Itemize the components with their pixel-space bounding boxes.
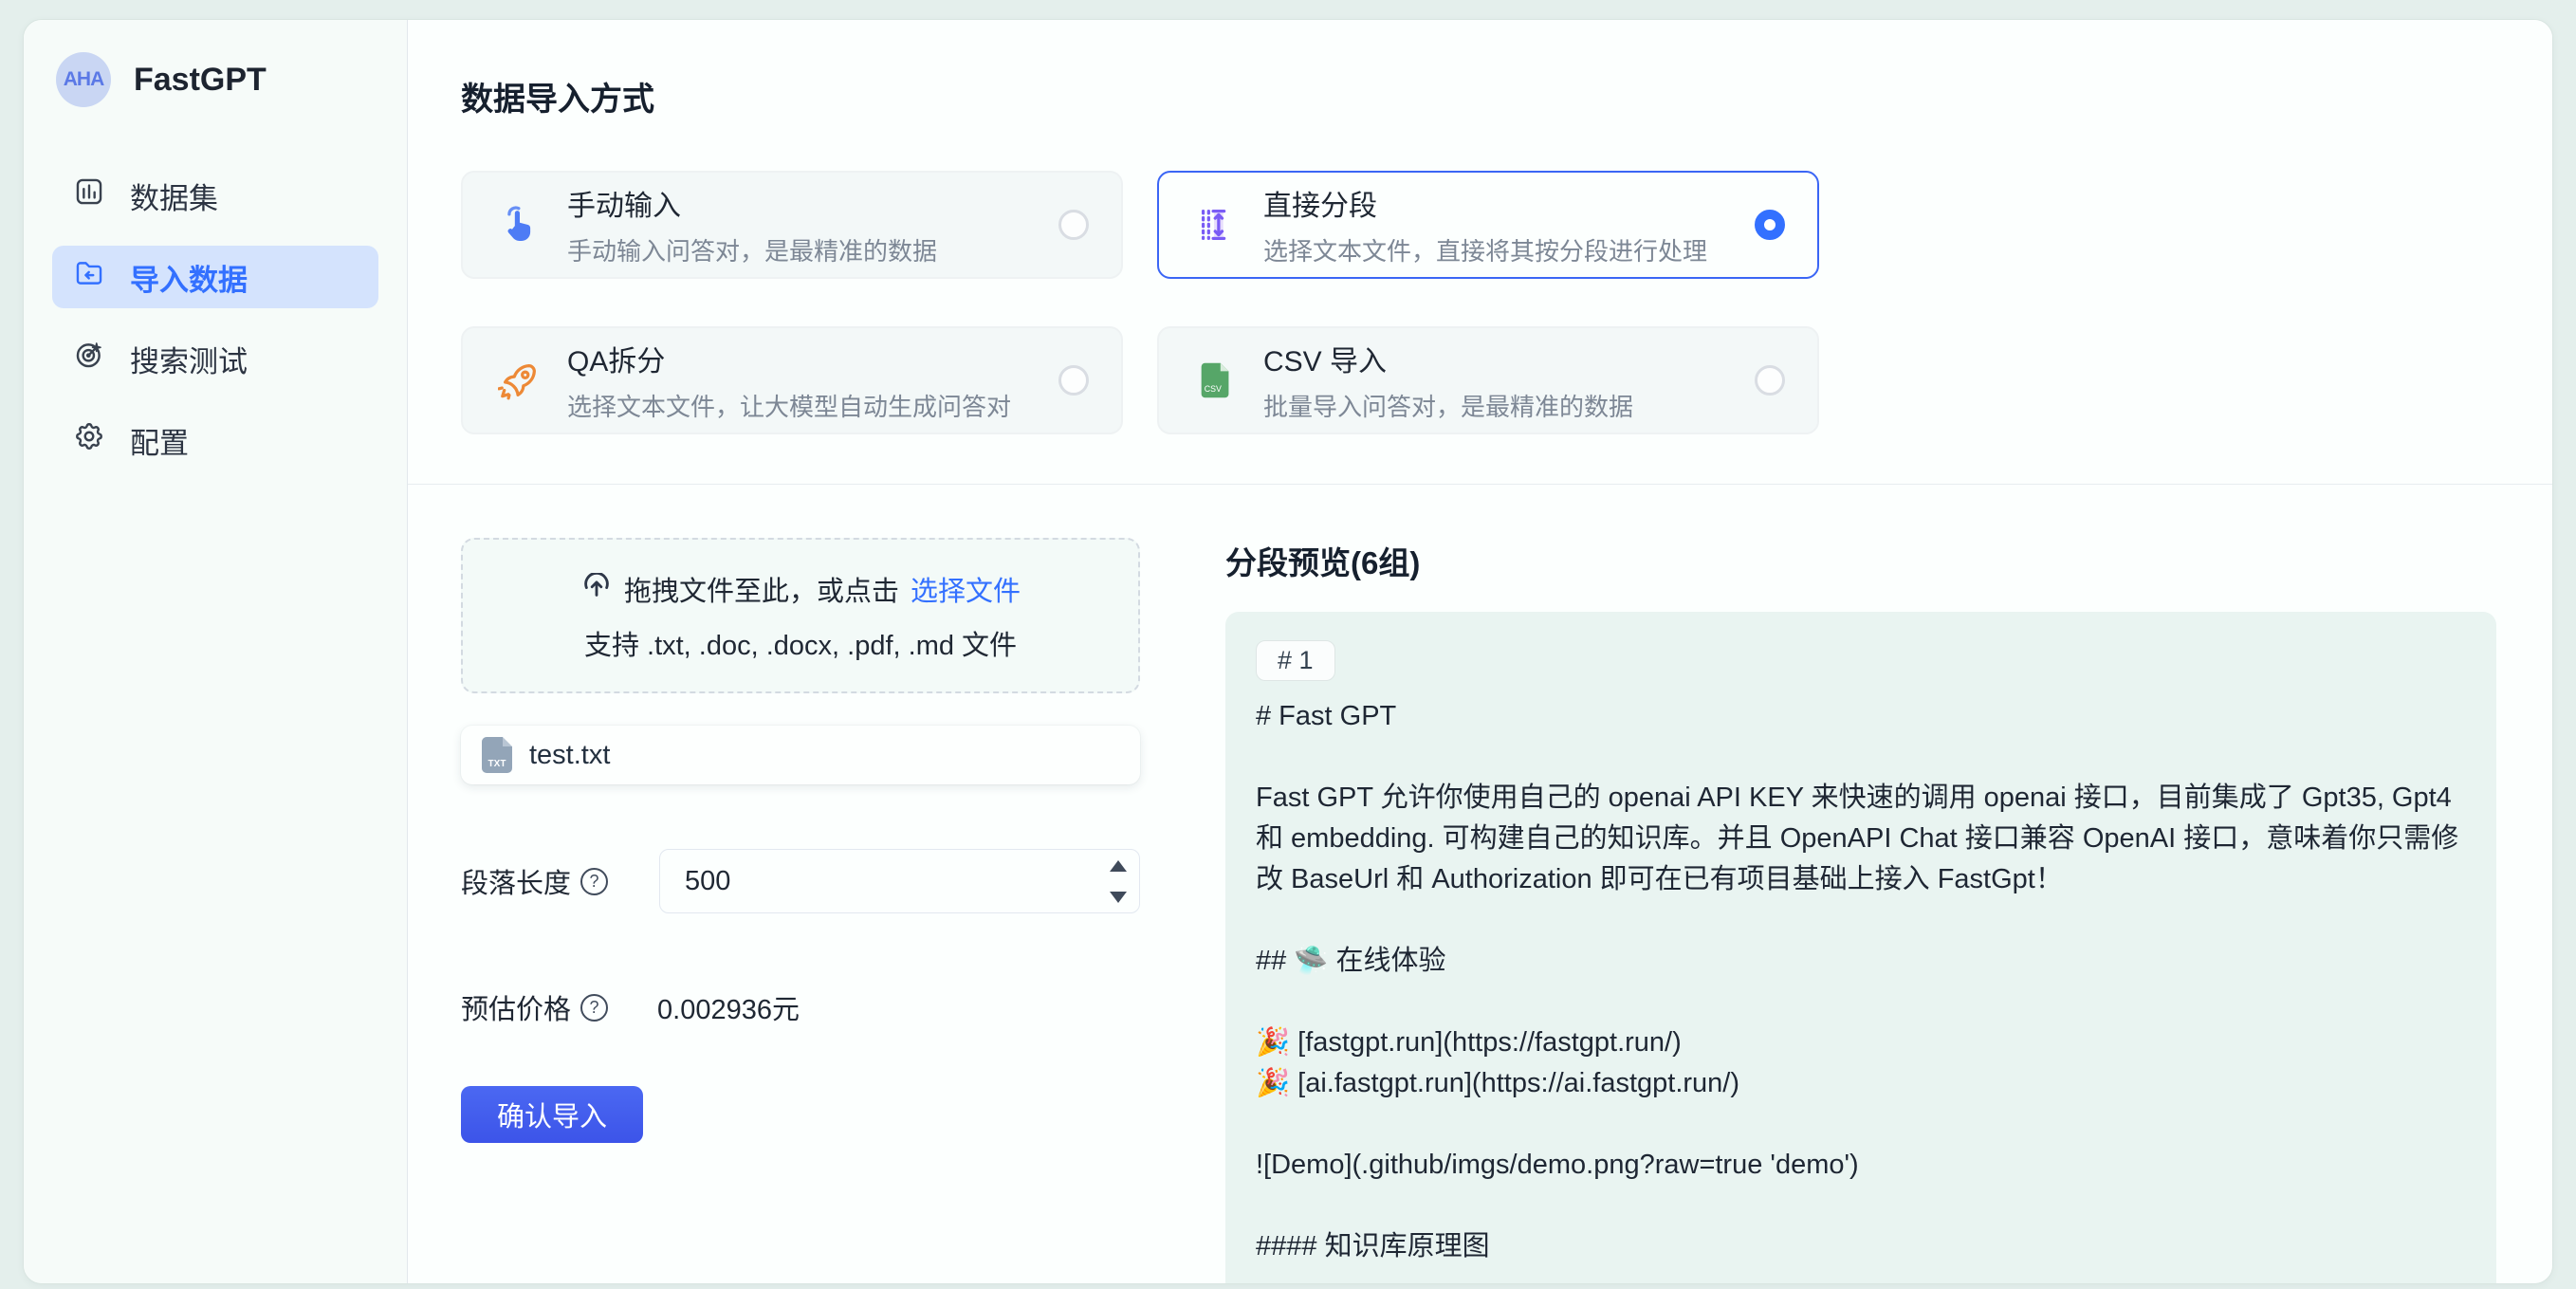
- sidebar: AHA FastGPT 数据集 导入数据 搜索测试: [24, 20, 408, 1283]
- estimated-price-label: 预估价格 ?: [461, 987, 608, 1027]
- sidebar-item-label: 搜索测试: [130, 338, 248, 380]
- brand-name: FastGPT: [134, 62, 267, 99]
- file-dropzone[interactable]: 拖拽文件至此，或点击 选择文件 支持 .txt, .doc, .docx, .p…: [461, 538, 1140, 693]
- chevron-down-icon: [1110, 892, 1127, 903]
- uploaded-file-name: test.txt: [529, 740, 610, 771]
- card-title: 直接分段: [1263, 182, 1707, 224]
- chunk-index-badge: # 1: [1256, 640, 1335, 681]
- estimated-price-text: 预估价格: [461, 987, 571, 1027]
- chevron-up-icon: [1110, 860, 1127, 872]
- paragraph-length-input[interactable]: [660, 866, 1139, 897]
- card-text: QA拆分 选择文本文件，让大模型自动生成问答对: [567, 338, 1011, 423]
- uploaded-file-item[interactable]: TXT test.txt: [461, 726, 1140, 784]
- gear-icon: [73, 420, 105, 460]
- card-title: QA拆分: [567, 338, 1011, 379]
- import-method-grid: 手动输入 手动输入问答对，是最精准的数据: [461, 171, 2499, 484]
- dropzone-text: 拖拽文件至此，或点击: [624, 569, 899, 609]
- paragraph-length-label: 段落长度 ?: [461, 861, 608, 901]
- text-segment-icon: [1193, 202, 1239, 248]
- card-text: CSV 导入 批量导入问答对，是最精准的数据: [1263, 338, 1633, 423]
- radio-qa-split[interactable]: [1058, 365, 1089, 396]
- sidebar-item-config[interactable]: 配置: [52, 409, 378, 471]
- import-method-card-direct-segment[interactable]: 直接分段 选择文本文件，直接将其按分段进行处理: [1157, 171, 1819, 279]
- dataset-chart-icon: [73, 175, 105, 215]
- card-title: 手动输入: [567, 182, 937, 224]
- upload-icon: [580, 573, 613, 605]
- paragraph-length-input-wrap: [659, 849, 1140, 913]
- radio-csv-import[interactable]: [1755, 365, 1785, 396]
- csv-file-icon: CSV: [1193, 358, 1239, 403]
- main-content: 数据导入方式 手动输入 手动输入问答对，是最精准的数据: [408, 20, 2552, 1283]
- radio-direct-segment[interactable]: [1755, 210, 1785, 240]
- rocket-icon: [497, 358, 543, 403]
- fastgpt-logo: AHA: [56, 52, 111, 107]
- sidebar-item-label: 数据集: [130, 175, 218, 217]
- dropzone-supported-types: 支持 .txt, .doc, .docx, .pdf, .md 文件: [584, 623, 1017, 663]
- card-text: 直接分段 选择文本文件，直接将其按分段进行处理: [1263, 182, 1707, 267]
- import-method-card-qa-split[interactable]: QA拆分 选择文本文件，让大模型自动生成问答对: [461, 326, 1123, 434]
- card-desc: 选择文本文件，让大模型自动生成问答对: [567, 388, 1011, 423]
- sidebar-item-search-test[interactable]: 搜索测试: [52, 327, 378, 390]
- number-stepper: [1097, 850, 1139, 912]
- svg-text:CSV: CSV: [1205, 384, 1222, 394]
- import-workspace: 拖拽文件至此，或点击 选择文件 支持 .txt, .doc, .docx, .p…: [408, 485, 2552, 1284]
- stepper-down-button[interactable]: [1097, 881, 1139, 912]
- page-title: 数据导入方式: [461, 73, 2499, 120]
- import-method-card-manual[interactable]: 手动输入 手动输入问答对，是最精准的数据: [461, 171, 1123, 279]
- segment-preview-card: # 1 # Fast GPT Fast GPT 允许你使用自己的 openai …: [1225, 612, 2496, 1284]
- import-method-section: 数据导入方式 手动输入 手动输入问答对，是最精准的数据: [408, 20, 2552, 484]
- brand: AHA FastGPT: [56, 52, 407, 107]
- segment-preview-panel: 分段预览(6组) # 1 # Fast GPT Fast GPT 允许你使用自己…: [1225, 538, 2496, 1284]
- paragraph-length-text: 段落长度: [461, 861, 571, 901]
- sidebar-item-dataset[interactable]: 数据集: [52, 164, 378, 227]
- target-icon: [73, 339, 105, 378]
- dropzone-line1: 拖拽文件至此，或点击 选择文件: [580, 569, 1021, 609]
- paragraph-length-row: 段落长度 ?: [461, 849, 1140, 913]
- card-title: CSV 导入: [1263, 338, 1633, 379]
- chunk-markdown-content: # Fast GPT Fast GPT 允许你使用自己的 openai API …: [1256, 696, 2464, 1284]
- sidebar-item-label: 配置: [130, 419, 189, 462]
- card-desc: 选择文本文件，直接将其按分段进行处理: [1263, 232, 1707, 267]
- estimated-price-value: 0.002936元: [657, 987, 800, 1027]
- import-method-card-csv[interactable]: CSV CSV 导入 批量导入问答对，是最精准的数据: [1157, 326, 1819, 434]
- stepper-up-button[interactable]: [1097, 850, 1139, 881]
- card-text: 手动输入 手动输入问答对，是最精准的数据: [567, 182, 937, 267]
- segment-preview-title: 分段预览(6组): [1225, 538, 2496, 583]
- confirm-import-button[interactable]: 确认导入: [461, 1086, 643, 1143]
- upload-column: 拖拽文件至此，或点击 选择文件 支持 .txt, .doc, .docx, .p…: [461, 538, 1140, 1284]
- folder-import-icon: [73, 257, 105, 297]
- hand-pointer-icon: [497, 202, 543, 248]
- card-desc: 批量导入问答对，是最精准的数据: [1263, 388, 1633, 423]
- txt-file-icon: TXT: [482, 737, 512, 773]
- app-window: AHA FastGPT 数据集 导入数据 搜索测试: [23, 19, 2553, 1284]
- radio-manual-input[interactable]: [1058, 210, 1089, 240]
- help-icon[interactable]: ?: [580, 994, 608, 1022]
- sidebar-item-label: 导入数据: [130, 256, 248, 299]
- choose-file-link[interactable]: 选择文件: [911, 569, 1021, 609]
- estimated-price-row: 预估价格 ? 0.002936元: [461, 987, 1140, 1027]
- sidebar-item-import-data[interactable]: 导入数据: [52, 246, 378, 308]
- help-icon[interactable]: ?: [580, 868, 608, 895]
- sidebar-nav: 数据集 导入数据 搜索测试 配置: [24, 164, 407, 471]
- card-desc: 手动输入问答对，是最精准的数据: [567, 232, 937, 267]
